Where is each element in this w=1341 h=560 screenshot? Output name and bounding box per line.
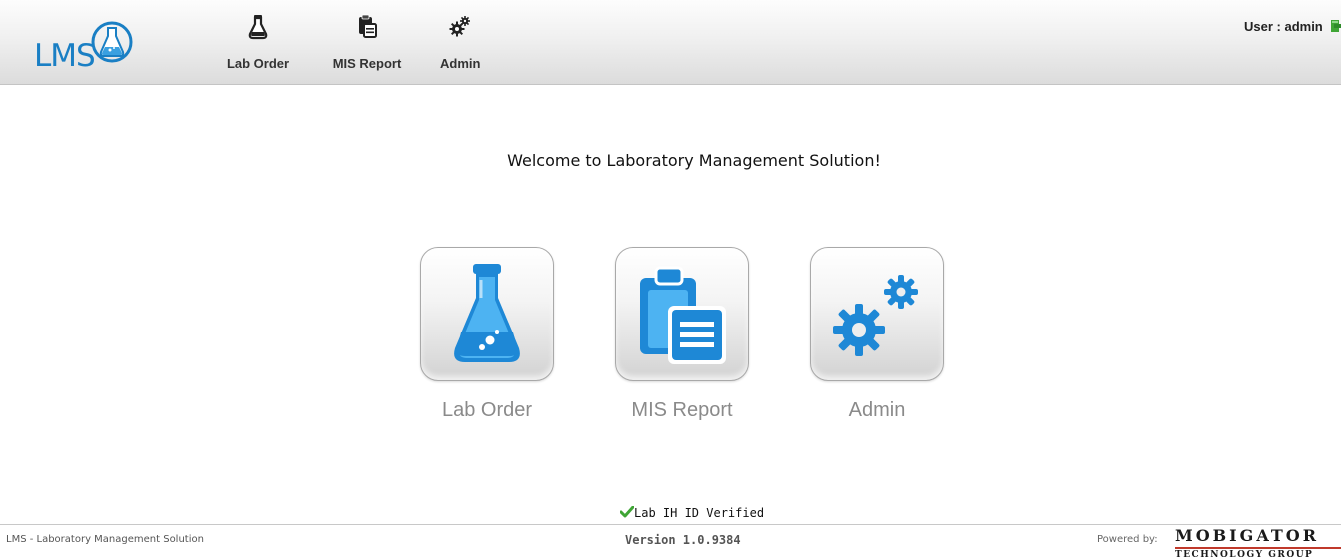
- brand-rule: [1175, 547, 1341, 549]
- lms-logo[interactable]: LMS: [30, 12, 150, 78]
- footer-version: Version 1.0.9384: [625, 533, 741, 547]
- footer-powered-by: Powered by:: [1097, 534, 1158, 545]
- clipboard-report-icon: [359, 14, 377, 38]
- verification-text: Lab IH ID Verified: [634, 506, 765, 520]
- tile-lab-order[interactable]: Lab Order: [420, 247, 554, 422]
- tile-label: Admin: [848, 399, 906, 421]
- tile-label: Lab Order: [441, 399, 533, 421]
- tile-admin[interactable]: Admin: [810, 247, 944, 422]
- nav-lab-order[interactable]: Lab Order: [222, 14, 294, 80]
- nav-mis-report[interactable]: MIS Report: [325, 14, 409, 80]
- gears-icon: [449, 16, 470, 37]
- clipboard-report-icon: [640, 266, 726, 364]
- user-info: User : admin: [1244, 19, 1341, 34]
- footer-app-name: LMS - Laboratory Management Solution: [6, 534, 204, 545]
- tile-lab-order-button[interactable]: [420, 247, 554, 381]
- logout-icon[interactable]: [1330, 19, 1341, 33]
- tile-mis-report-button[interactable]: [615, 247, 749, 381]
- tile-admin-button[interactable]: [810, 247, 944, 381]
- logo-text: LMS: [34, 38, 96, 74]
- footer-divider: [0, 524, 1341, 525]
- mobigator-logo[interactable]: MOBIGATOR TECHNOLOGY GROUP: [1175, 526, 1341, 560]
- flask-icon: [454, 264, 520, 362]
- page: LMS Lab Order MIS Report Admin User: ad…: [0, 0, 1341, 560]
- welcome-message: Welcome to Laboratory Management Solutio…: [507, 151, 881, 170]
- top-header: LMS Lab Order MIS Report Admin User: ad…: [0, 0, 1341, 85]
- nav-label: Admin: [440, 56, 481, 71]
- brand-name: MOBIGATOR: [1175, 526, 1319, 545]
- nav-label: MIS Report: [332, 56, 402, 71]
- check-icon: [620, 506, 634, 518]
- nav-label: Lab Order: [226, 56, 290, 71]
- user-label: User : admin: [1244, 19, 1323, 34]
- gears-icon: [833, 275, 918, 356]
- nav-admin[interactable]: Admin: [440, 14, 480, 80]
- flask-icon: [248, 15, 268, 40]
- tile-label: MIS Report: [631, 399, 733, 421]
- verification-status: Lab IH ID Verified: [620, 506, 764, 520]
- tile-mis-report[interactable]: MIS Report: [615, 247, 749, 422]
- brand-subtitle: TECHNOLOGY GROUP: [1175, 550, 1314, 560]
